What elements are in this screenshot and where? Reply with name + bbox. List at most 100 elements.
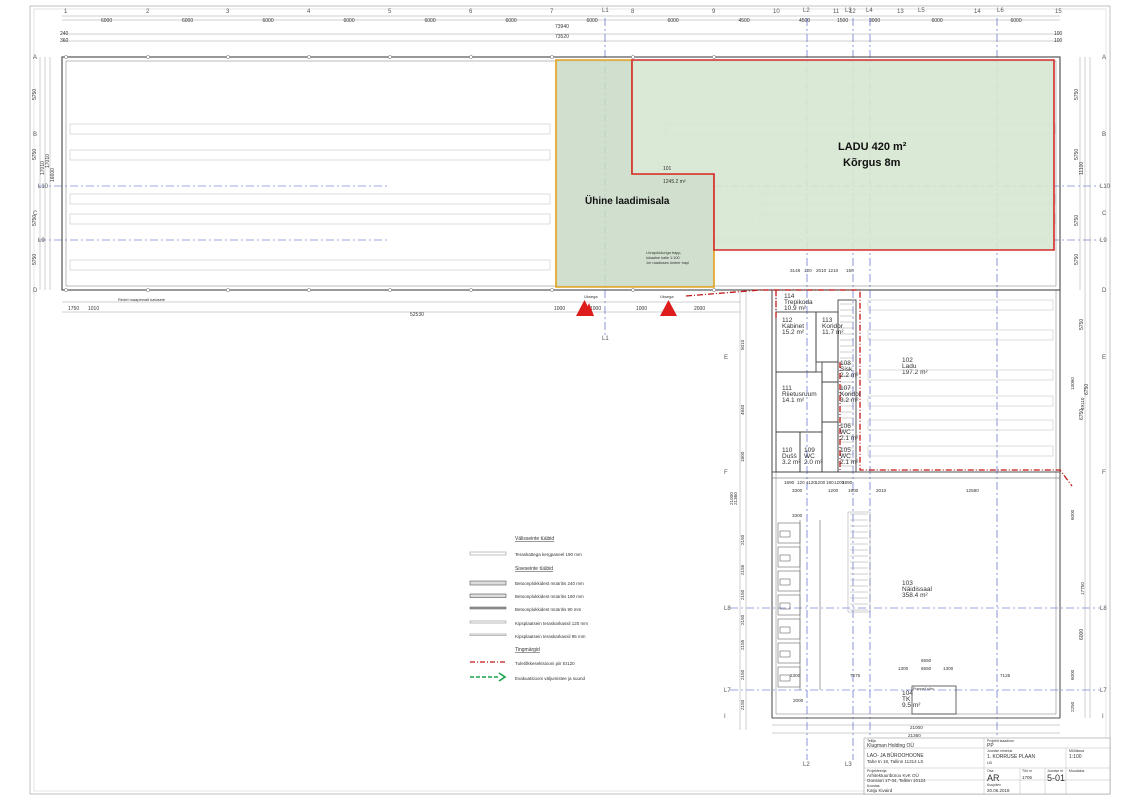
top-dim-4: 6000 [344, 18, 355, 24]
axis-label-l7-left: L7 [724, 688, 731, 694]
lower-left-dim-11: 2150 [740, 669, 745, 680]
column-label-11: 11 [833, 9, 840, 15]
tb-scale: 1:100 [1069, 754, 1082, 760]
legend-interior-5: Kipsplaatsein teraskarkassil 95 mm [515, 634, 586, 639]
row-label-right-F: F [1102, 470, 1106, 476]
display-stall [777, 594, 801, 616]
lower-bottom-dim-4: 6550 [921, 658, 932, 663]
left-dim-3: 5750 [32, 215, 38, 226]
top-dim-9: 4500 [739, 18, 750, 24]
axis-label-l8-left: L8 [724, 606, 731, 612]
legend-symbol-1: Tuletõkkesektsiooni piir EI120 [515, 661, 575, 666]
axis-label-l10-left: L10 [38, 184, 49, 190]
right-dimensions: 5750575011100575057505750675067506000 [1074, 89, 1090, 640]
legend-symbols-heading: Tingmärgid [515, 647, 540, 653]
room-area: 15.2 m² [782, 329, 805, 336]
top-dim-13: 6000 [932, 18, 943, 24]
lower-left-dim-9: 2150 [740, 614, 745, 625]
column-label-3: 3 [226, 9, 230, 15]
right-dim-5: 5750 [1074, 254, 1080, 265]
right-dim-6: 5750 [1079, 319, 1085, 330]
legend-interior-2: Betoonplokkidest müüritis 190 mm [515, 594, 584, 599]
display-stall [777, 642, 801, 664]
legend-symbol-2: Evakuatsiooni väljumistee ja suund [515, 676, 586, 681]
bottom-dim-7: 2000 [694, 306, 705, 312]
top-dim-2: 6000 [182, 18, 193, 24]
column-label-2: 2 [146, 9, 150, 15]
ladder-note: Redel maapinnalt katusele [118, 297, 166, 302]
mid-dim-4: 1200 [815, 480, 826, 485]
overall-dim-1: 73940 [555, 24, 569, 30]
lower-right-dim-5: 6000 [1070, 669, 1075, 680]
legend-exterior-heading: Välisseinte tüübid [515, 536, 554, 542]
display-stall-inner [779, 626, 791, 634]
legend-evac-arrow [498, 672, 507, 682]
room-area: 3.2 m² [782, 459, 801, 466]
core-dim-4: 1210 [828, 268, 839, 273]
lower-left-dim-7: 2155 [740, 564, 745, 575]
right-dim-3: 11100 [1079, 162, 1085, 175]
pump-tag: Pumpe/l silm [913, 687, 934, 691]
room-area: 2.1 m² [840, 459, 859, 466]
row-label-A: A [33, 55, 37, 61]
tb-drawing-no: 5-01 [1047, 773, 1065, 783]
bottom-dim-4: 1000 [554, 306, 565, 312]
column-label-6: 6 [469, 9, 473, 15]
axis-label-l10-right: L10 [1100, 184, 1111, 190]
bottom-dimensions: 1750 1010 52530 1000 1000 1000 2000 Rede… [68, 294, 705, 318]
mid-dimensions: 1890 120 1120 1200 190 120018903300 1200 1900 20… [784, 480, 979, 518]
tb-work-no: 1706 [1022, 775, 1033, 780]
tb-address: Tahe tn 18, Tallinn 11314 LS [867, 759, 923, 764]
left-dim-6: 17010 [45, 154, 51, 168]
left-dim-7: 16600 [50, 168, 56, 182]
lower-right-dim-3: 6000 [1070, 509, 1075, 520]
row-label-F: F [724, 470, 728, 476]
axis-label-l1-bottom: L1 [602, 336, 609, 342]
column-label-4: 4 [307, 9, 311, 15]
core-dimensions: 3148 120 2010 1210 150 [790, 268, 854, 273]
lower-bottom-dim-7: 7125 [1000, 673, 1011, 678]
display-stall-inner [779, 674, 791, 682]
warehouse-102-racks [867, 299, 1054, 457]
top-dim-1: 6000 [101, 18, 112, 24]
tb-sheet-label: Joonise nimetus [987, 749, 1013, 753]
axis-label-l9-left: L9 [38, 238, 45, 244]
column-dot [550, 55, 554, 59]
misc-dim-2: 7675 [850, 673, 861, 678]
column-label-14: 14 [974, 9, 981, 15]
column-dot [64, 288, 68, 292]
top-dim-3: 6000 [263, 18, 274, 24]
lower-right-dimensions: 13060 49110 6000 17750 6000 2250 [1070, 377, 1085, 712]
room-area: 3.2 m² [840, 397, 859, 404]
display-stall [777, 522, 801, 544]
core-dim-5: 150 [846, 268, 854, 273]
shared-area-title: Ühine laadimisala [585, 194, 670, 207]
room-area: 10.9 m² [784, 305, 807, 312]
row-label-right-I: I [1102, 714, 1104, 720]
top-dim-12: 3000 [869, 18, 880, 24]
bottom-dim-2: 1010 [88, 306, 99, 312]
legend-swatch-int-3 [469, 606, 507, 610]
tb-date-label: Kuupäev [987, 783, 1001, 787]
row-label-right-D: D [1102, 288, 1107, 294]
legend-swatch-int-5 [469, 633, 507, 636]
room-area: 2.1 m² [840, 435, 859, 442]
exit-marker-2 [660, 300, 677, 316]
room-area: 14.1 m² [782, 397, 805, 404]
lower-bottom-dim-3: 1300 [898, 666, 909, 671]
column-dot [631, 55, 635, 59]
lower-left-dim-2: 4840 [740, 404, 745, 415]
column-label-15: 15 [1055, 9, 1062, 15]
legend-interior-3: Betoonplokkidest müüritis 90 mm [515, 607, 582, 612]
lower-left-dim-1: 5010 [740, 339, 745, 350]
legend-swatch-int-1 [469, 580, 507, 586]
showroom-stalls [777, 520, 821, 690]
right-dim-8: 6750 [1084, 384, 1090, 395]
axis-label-l2: L2 [803, 8, 810, 14]
mid-dim-8: 3300 [792, 488, 803, 493]
axis-label-l2-bottom: L2 [803, 762, 810, 768]
mid-dim-13: 3300 [792, 513, 803, 518]
main-storage-title: LADU 420 m² [838, 141, 907, 153]
column-dot [550, 288, 554, 292]
room-labels: 114Trepikoda10.9 m² 112Kabinet15.2 m² 113K… [782, 293, 933, 709]
